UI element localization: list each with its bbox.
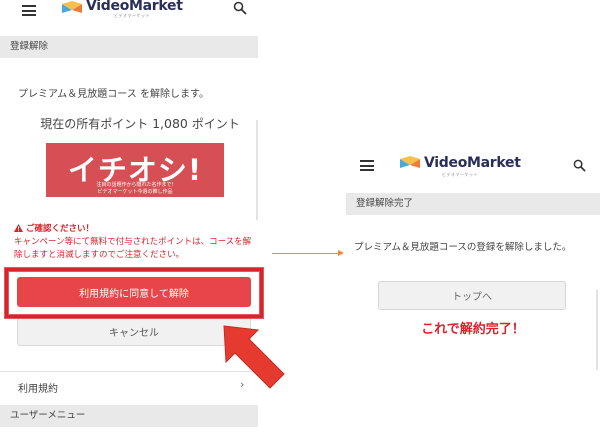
user-menu-title: ユーザーメニュー — [0, 405, 258, 427]
cancel-button[interactable]: キャンセル — [17, 316, 251, 346]
screen-edge — [596, 290, 598, 370]
flow-arrow-head — [338, 250, 344, 256]
hamburger-icon[interactable] — [22, 5, 36, 16]
search-icon[interactable] — [573, 159, 586, 172]
terms-link-label: 利用規約 — [18, 384, 58, 395]
screen-edge — [256, 120, 258, 220]
banner-subtext-1: 注目の話題作から隠れた名作まで! — [96, 182, 174, 188]
big-red-arrow-icon — [223, 325, 285, 389]
points-value: 1,080 — [152, 116, 188, 131]
complete-note: これで解約完了！ — [421, 322, 525, 337]
search-icon[interactable] — [233, 1, 247, 15]
points-display: 現在の所有ポイント 1,080 ポイント — [40, 115, 240, 132]
warning-text: キャンペーン等にて無料で付与されたポイントは、コースを解除しますと消滅しますので… — [14, 237, 252, 260]
highlight-frame — [5, 268, 263, 318]
cancel-description: プレミアム＆見放題コース を解除します。 — [18, 89, 209, 100]
points-prefix: 現在の所有ポイント — [40, 117, 149, 131]
header: VideoMarket ビデオマーケット — [0, 0, 258, 34]
videomarket-logo-icon — [62, 1, 82, 13]
videomarket-logo-icon — [400, 156, 420, 168]
section-title: 登録解除 — [0, 36, 258, 58]
logo-subtext: ビデオマーケット — [114, 13, 150, 18]
recommend-banner[interactable]: イチオシ! 注目の話題作から隠れた名作まで! ビデオマーケット今週の推し作品 — [46, 143, 224, 197]
warning-icon — [14, 224, 23, 232]
complete-description: プレミアム＆見放題コースの登録を解除しました。 — [354, 242, 572, 253]
warning-title-text: ご確認ください！ — [25, 224, 94, 234]
flow-arrow-line — [272, 253, 340, 254]
warning-title: ご確認ください！ — [14, 222, 94, 234]
section-title: 登録解除完了 — [346, 193, 600, 215]
top-button[interactable]: トップへ — [378, 281, 566, 310]
logo-text[interactable]: VideoMarket — [86, 0, 183, 14]
points-suffix: ポイント — [191, 117, 240, 131]
hamburger-icon[interactable] — [360, 160, 374, 171]
logo-text[interactable]: VideoMarket — [424, 155, 521, 171]
banner-subtext-2: ビデオマーケット今週の推し作品 — [97, 189, 173, 195]
logo-subtext: ビデオマーケット — [442, 172, 478, 177]
